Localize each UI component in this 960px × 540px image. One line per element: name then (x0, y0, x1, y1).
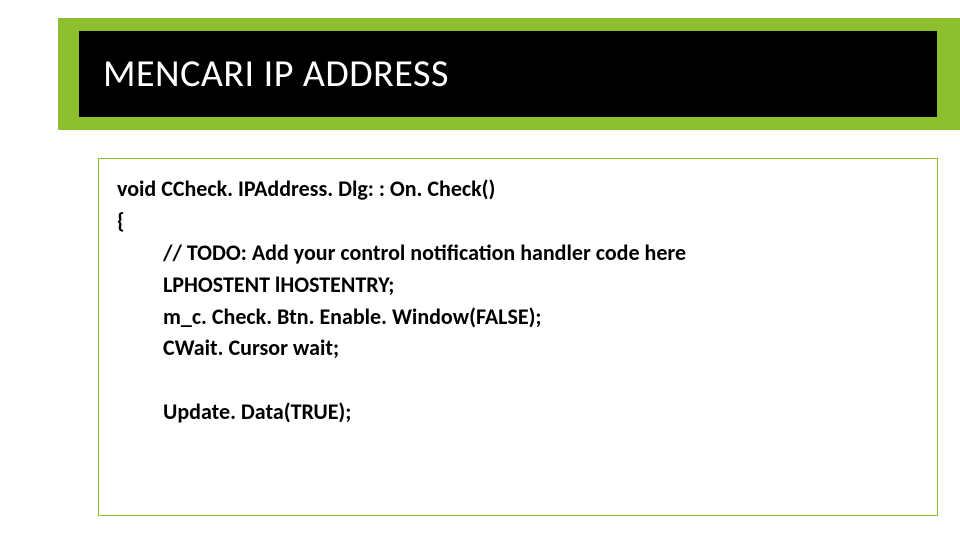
code-line: // TODO: Add your control notification h… (117, 237, 919, 269)
code-line: m_c. Check. Btn. Enable. Window(FALSE); (117, 301, 919, 333)
slide: MENCARI IP ADDRESS void CCheck. IPAddres… (0, 0, 960, 540)
code-line: { (117, 205, 919, 237)
code-line: CWait. Cursor wait; (117, 332, 919, 364)
code-line: void CCheck. IPAddress. Dlg: : On. Check… (117, 173, 919, 205)
slide-title: MENCARI IP ADDRESS (103, 51, 449, 97)
code-line: LPHOSTENT lHOSTENTRY; (117, 269, 919, 301)
code-block: void CCheck. IPAddress. Dlg: : On. Check… (98, 158, 938, 516)
code-line: Update. Data(TRUE); (117, 396, 919, 428)
blank-line (117, 364, 919, 396)
slide-title-box: MENCARI IP ADDRESS (78, 30, 938, 118)
